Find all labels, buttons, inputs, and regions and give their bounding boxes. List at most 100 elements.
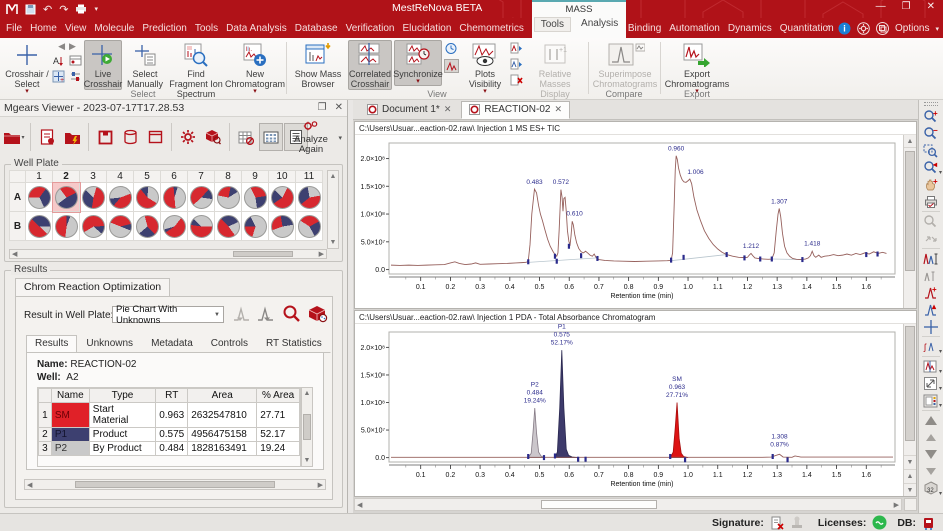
peaks-ruler-gray-icon[interactable] [921, 267, 941, 284]
well-A1[interactable] [25, 182, 53, 212]
results-hscroll[interactable]: ◀ ▶ [24, 479, 326, 490]
tri-down2-icon[interactable] [921, 463, 941, 480]
print-icon[interactable] [75, 4, 87, 14]
well-B8[interactable] [214, 211, 242, 241]
resize-drop-icon[interactable]: ▾ [921, 375, 942, 392]
menu-chemometrics[interactable]: Chemometrics [455, 23, 527, 34]
film-drop-icon[interactable]: ▾ [921, 392, 942, 409]
well-B2[interactable] [52, 211, 80, 241]
window-view-button[interactable] [143, 123, 167, 151]
redo-icon[interactable]: ↷ [59, 3, 68, 16]
menu-data-analysis[interactable]: Data Analysis [222, 23, 291, 34]
menu-automation[interactable]: Automation [665, 23, 724, 34]
page-up-icon[interactable]: ▲ [904, 469, 916, 482]
settings-gear-icon[interactable] [857, 22, 870, 35]
doc-tab-document-1-[interactable]: Document 1* ✕ [359, 101, 459, 119]
assistant-info-icon[interactable]: i [838, 22, 851, 35]
toolbar-grip[interactable] [924, 102, 938, 106]
well-A8[interactable] [214, 182, 242, 212]
print-preview-icon[interactable] [921, 193, 941, 210]
menu-database[interactable]: Database [291, 23, 342, 34]
ms-tic-pane[interactable]: C:\Users\Usuar...eaction-02.raw\ Injecti… [354, 121, 917, 309]
document-hscroll[interactable]: ◀ ▶ [354, 498, 902, 511]
menu-elucidation[interactable]: Elucidation [399, 23, 456, 34]
pda-pane[interactable]: C:\Users\Usuar...eaction-02.raw\ Injecti… [354, 310, 917, 497]
close-panel-icon[interactable]: ✕ [335, 102, 343, 113]
well-A6[interactable] [160, 182, 188, 212]
crosshair-icon[interactable] [921, 318, 941, 335]
collapse-ribbon-chevron[interactable]: ⌃ [825, 24, 832, 33]
tri-down-icon[interactable] [921, 446, 941, 463]
package-results-icon[interactable] [308, 304, 330, 324]
pda-chart[interactable]: 2.0×10⁸ 1.5×10⁸ 1.0×10⁸ 5.0×10⁷ 0.0 0.1 0.2 0.3… [355, 324, 903, 498]
layers-icon[interactable] [876, 22, 890, 35]
well-A3[interactable] [79, 182, 107, 212]
float-panel-icon[interactable]: ❐ [318, 102, 327, 113]
chrom-reaction-optimization-tab[interactable]: Chrom Reaction Optimization [15, 278, 171, 296]
well-plate-hscroll[interactable]: ◀ ▶ [9, 249, 327, 259]
peak-add-icon[interactable]: + [921, 284, 941, 301]
close-tab-icon[interactable]: ✕ [444, 104, 452, 115]
save-results-button[interactable] [93, 123, 117, 151]
table-row-P2[interactable]: 3 P2 By Product 0.484 1828163491 19.24 [38, 441, 300, 456]
well-B6[interactable] [160, 211, 188, 241]
well-B9[interactable] [241, 211, 269, 241]
tri-up-icon[interactable] [921, 412, 941, 429]
well-plate-view-button[interactable] [259, 123, 283, 151]
chart-drop-icon[interactable]: ▾ [921, 358, 942, 375]
cube-32-icon[interactable]: 32 ▾ [921, 480, 942, 497]
signature-stamp-icon[interactable] [790, 516, 804, 530]
minimize-button[interactable]: — [876, 1, 886, 12]
well-plate-mode-combobox[interactable]: Pie Chart With Unknowns ▼ [112, 304, 224, 326]
signature-document-icon[interactable] [770, 516, 784, 530]
doc-tab-reaction-02[interactable]: REACTION-02 ✕ [461, 101, 571, 119]
results-tab-metadata[interactable]: Metadata [142, 335, 202, 353]
col-Area[interactable]: % Area [256, 388, 300, 403]
db-status-icon[interactable] [922, 516, 935, 530]
results-table[interactable]: Name Type RT Area% Area 1 SM Start Material 0.9… [38, 388, 300, 456]
scroll-up-icon[interactable]: ▲ [904, 135, 916, 148]
well-B1[interactable] [25, 211, 53, 241]
well-A7[interactable] [187, 182, 215, 212]
col-Area[interactable]: Area [187, 388, 258, 403]
ms-tic-chart[interactable]: 2.0×10⁸ 1.5×10⁸ 1.0×10⁸ 5.0×10⁷ 0.0 0.1 0.2 0.3… [355, 135, 903, 310]
analyze-again-button[interactable]: Analyze Again ▾ [282, 120, 342, 155]
pan-hand-icon[interactable]: + [921, 176, 941, 193]
mass-tab-analysis[interactable]: Analysis [575, 17, 624, 32]
menu-dynamics[interactable]: Dynamics [724, 23, 776, 34]
menu-binding[interactable]: Binding [624, 23, 665, 34]
save-icon[interactable] [25, 4, 36, 15]
ms-tic-vscroll[interactable]: ▲ [903, 135, 916, 308]
peak-drop-icon[interactable]: ʃ ▾ [921, 338, 942, 356]
results-tab-unknowns[interactable]: Unknowns [77, 335, 143, 353]
mass-tab-tools[interactable]: Tools [533, 17, 572, 32]
well-A4[interactable] [106, 182, 134, 212]
well-B5[interactable] [133, 211, 161, 241]
menu-file[interactable]: File [2, 23, 26, 34]
scroll-down-icon[interactable]: ▼ [904, 455, 916, 468]
well-A9[interactable] [241, 182, 269, 212]
well-B7[interactable] [187, 211, 215, 241]
package-inspect-button[interactable] [201, 123, 225, 151]
well-A2[interactable] [51, 181, 81, 213]
menu-prediction[interactable]: Prediction [138, 23, 190, 34]
peaks-ruler-icon[interactable] [921, 250, 941, 267]
zoom-disabled-icon[interactable] [921, 213, 941, 230]
scroll-left-icon[interactable]: ◀ [357, 501, 362, 509]
undo-icon[interactable]: ↶ [43, 3, 52, 16]
results-tab-results[interactable]: Results [26, 335, 78, 353]
database-button[interactable] [118, 123, 142, 151]
col-RT[interactable]: RT [155, 388, 189, 403]
col-Type[interactable]: Type [88, 388, 157, 403]
well-A5[interactable] [133, 182, 161, 212]
options-caret[interactable]: ▾ [935, 25, 939, 33]
well-B3[interactable] [79, 211, 107, 241]
restore-button[interactable]: ❐ [902, 1, 911, 12]
options-menu[interactable]: Options [895, 23, 929, 34]
results-tab-controls[interactable]: Controls [201, 335, 258, 353]
page-down-icon[interactable]: ▼ [904, 483, 916, 496]
menu-view[interactable]: View [61, 23, 91, 34]
well-A11[interactable] [295, 182, 323, 212]
col-Name[interactable]: Name [50, 388, 90, 403]
well-plate-vscroll[interactable]: ▲ ▼ [327, 170, 339, 249]
